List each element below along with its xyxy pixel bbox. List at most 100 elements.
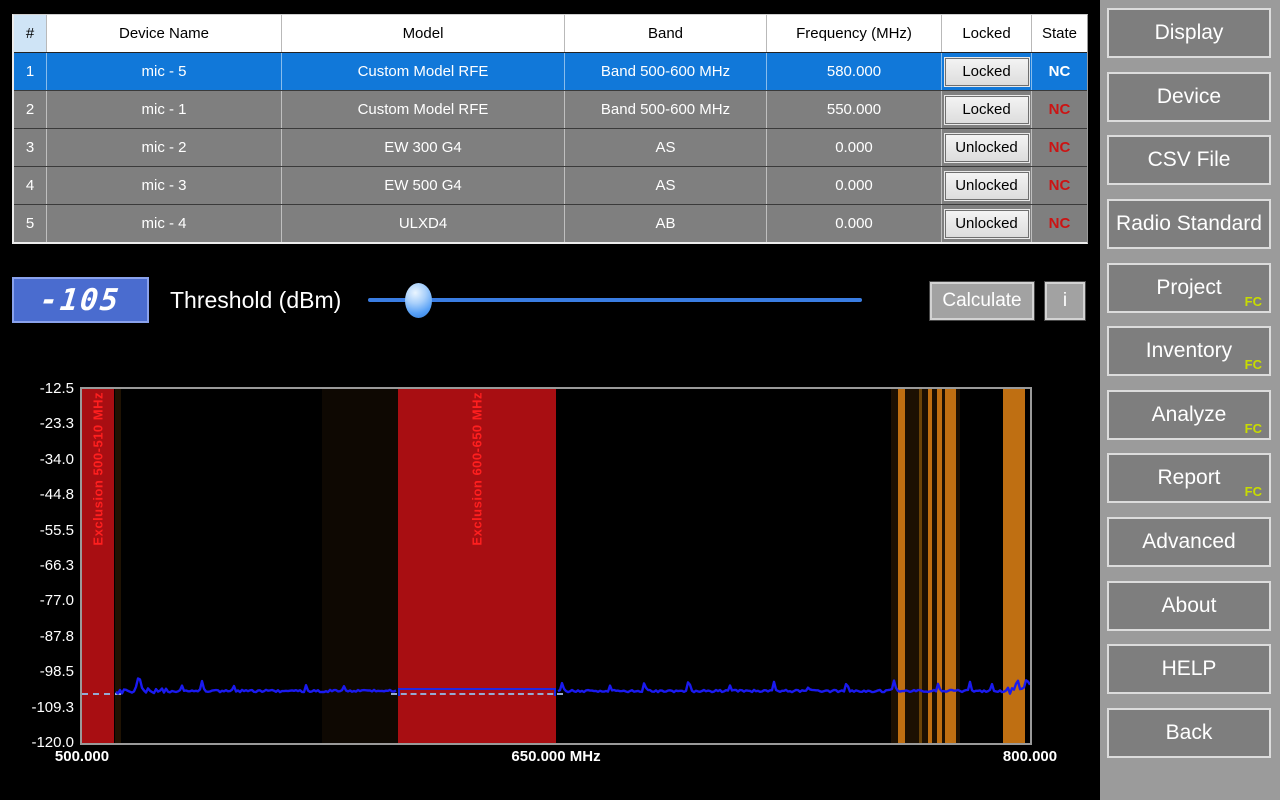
app-window: #Device NameModelBandFrequency (MHz)Lock… [0, 0, 1280, 800]
lock-toggle-button[interactable]: Unlocked [945, 210, 1029, 238]
cell-model: EW 300 G4 [282, 129, 565, 166]
y-axis-tick: -109.3 [12, 699, 74, 716]
sidebar-button-back[interactable]: Back [1107, 708, 1271, 758]
sidebar-button-label: Radio Standard [1116, 212, 1262, 236]
cell-model: ULXD4 [282, 205, 565, 242]
cell-band: AS [565, 167, 767, 204]
cell-frequency: 580.000 [767, 53, 942, 90]
y-axis-tick: -12.5 [12, 380, 74, 397]
cell-device-name: mic - 2 [47, 129, 282, 166]
lock-toggle-button[interactable]: Unlocked [945, 134, 1029, 162]
table-row[interactable]: 3mic - 2EW 300 G4AS0.000UnlockedNC [14, 128, 1087, 166]
cell-row-number: 1 [14, 53, 47, 90]
column-header-frequency-mhz: Frequency (MHz) [767, 15, 942, 52]
fc-badge: FC [1245, 294, 1262, 309]
cell-frequency: 0.000 [767, 205, 942, 242]
sidebar-button-analyze[interactable]: AnalyzeFC [1107, 390, 1271, 440]
sidebar-button-label: Advanced [1142, 530, 1235, 554]
sidebar-button-label: Report [1157, 466, 1220, 490]
column-header-: # [14, 15, 47, 52]
cell-frequency: 550.000 [767, 91, 942, 128]
cell-locked: Unlocked [942, 205, 1032, 242]
column-header-device-name: Device Name [47, 15, 282, 52]
sidebar-button-label: Project [1156, 276, 1221, 300]
table-row[interactable]: 1mic - 5Custom Model RFEBand 500-600 MHz… [14, 52, 1087, 90]
y-axis-tick: -23.3 [12, 415, 74, 432]
cell-locked: Unlocked [942, 129, 1032, 166]
fc-badge: FC [1245, 484, 1262, 499]
sidebar-button-label: Display [1155, 21, 1224, 45]
cell-model: EW 500 G4 [282, 167, 565, 204]
sidebar-button-advanced[interactable]: Advanced [1107, 517, 1271, 567]
cell-frequency: 0.000 [767, 129, 942, 166]
cell-row-number: 5 [14, 205, 47, 242]
sidebar-button-label: Back [1166, 721, 1213, 745]
y-axis-tick: -44.8 [12, 486, 74, 503]
column-header-band: Band [565, 15, 767, 52]
cell-model: Custom Model RFE [282, 53, 565, 90]
column-header-locked: Locked [942, 15, 1032, 52]
sidebar-button-label: Analyze [1152, 403, 1227, 427]
table-body: 1mic - 5Custom Model RFEBand 500-600 MHz… [14, 52, 1087, 242]
spectrum-trace [82, 389, 1030, 743]
sidebar-button-help[interactable]: HELP [1107, 644, 1271, 694]
table-header: #Device NameModelBandFrequency (MHz)Lock… [14, 15, 1087, 52]
sidebar-button-inventory[interactable]: InventoryFC [1107, 326, 1271, 376]
sidebar-button-radio-standard[interactable]: Radio Standard [1107, 199, 1271, 249]
y-axis-tick: -66.3 [12, 557, 74, 574]
lock-toggle-button[interactable]: Unlocked [945, 172, 1029, 200]
cell-frequency: 0.000 [767, 167, 942, 204]
threshold-value-display[interactable]: -105 [12, 277, 149, 323]
cell-band: AB [565, 205, 767, 242]
y-axis-tick: -98.5 [12, 663, 74, 680]
table-row[interactable]: 2mic - 1Custom Model RFEBand 500-600 MHz… [14, 90, 1087, 128]
x-axis-tick: 650.000 MHz [511, 748, 600, 765]
cell-device-name: mic - 5 [47, 53, 282, 90]
state-badge: NC [1032, 129, 1087, 166]
cell-row-number: 3 [14, 129, 47, 166]
threshold-slider[interactable] [368, 282, 862, 320]
state-badge: NC [1032, 53, 1087, 90]
sidebar-button-label: HELP [1162, 657, 1217, 681]
sidebar-menu: Display Device CSV File Radio Standard Proje… [1100, 0, 1280, 800]
cell-locked: Unlocked [942, 167, 1032, 204]
cell-band: Band 500-600 MHz [565, 91, 767, 128]
sidebar-button-label: CSV File [1148, 148, 1231, 172]
threshold-label: Threshold (dBm) [170, 287, 341, 314]
sidebar-button-device[interactable]: Device [1107, 72, 1271, 122]
spectrum-plot: Exclusion 500-510 MHzExclusion 600-650 M… [80, 387, 1032, 745]
cell-row-number: 4 [14, 167, 47, 204]
sidebar-button-report[interactable]: Report FC [1107, 453, 1271, 503]
state-badge: NC [1032, 91, 1087, 128]
state-badge: NC [1032, 167, 1087, 204]
column-header-state: State [1032, 15, 1087, 52]
sidebar-button-label: Device [1157, 85, 1221, 109]
slider-thumb[interactable] [405, 283, 432, 318]
info-button[interactable]: i [1045, 282, 1085, 320]
cell-row-number: 2 [14, 91, 47, 128]
cell-model: Custom Model RFE [282, 91, 565, 128]
lock-toggle-button[interactable]: Locked [945, 58, 1029, 86]
y-axis-tick: -77.0 [12, 592, 74, 609]
y-axis-tick: -87.8 [12, 628, 74, 645]
table-row[interactable]: 5mic - 4ULXD4AB0.000UnlockedNC [14, 204, 1087, 242]
sidebar-button-about[interactable]: About [1107, 581, 1271, 631]
state-badge: NC [1032, 205, 1087, 242]
calculate-button[interactable]: Calculate [930, 282, 1034, 320]
lock-toggle-button[interactable]: Locked [945, 96, 1029, 124]
slider-track[interactable] [368, 298, 862, 302]
x-axis-tick: 800.000 [1003, 748, 1057, 765]
sidebar-button-csv-file[interactable]: CSV File [1107, 135, 1271, 185]
cell-band: AS [565, 129, 767, 166]
sidebar-button-display[interactable]: Display [1107, 8, 1271, 58]
cell-device-name: mic - 4 [47, 205, 282, 242]
y-axis-tick: -34.0 [12, 451, 74, 468]
fc-badge: FC [1245, 357, 1262, 372]
table-row[interactable]: 4mic - 3EW 500 G4AS0.000UnlockedNC [14, 166, 1087, 204]
y-axis-tick: -55.5 [12, 522, 74, 539]
threshold-value: -105 [39, 283, 123, 318]
sidebar-button-project[interactable]: Project FC [1107, 263, 1271, 313]
column-header-model: Model [282, 15, 565, 52]
cell-locked: Locked [942, 91, 1032, 128]
cell-band: Band 500-600 MHz [565, 53, 767, 90]
